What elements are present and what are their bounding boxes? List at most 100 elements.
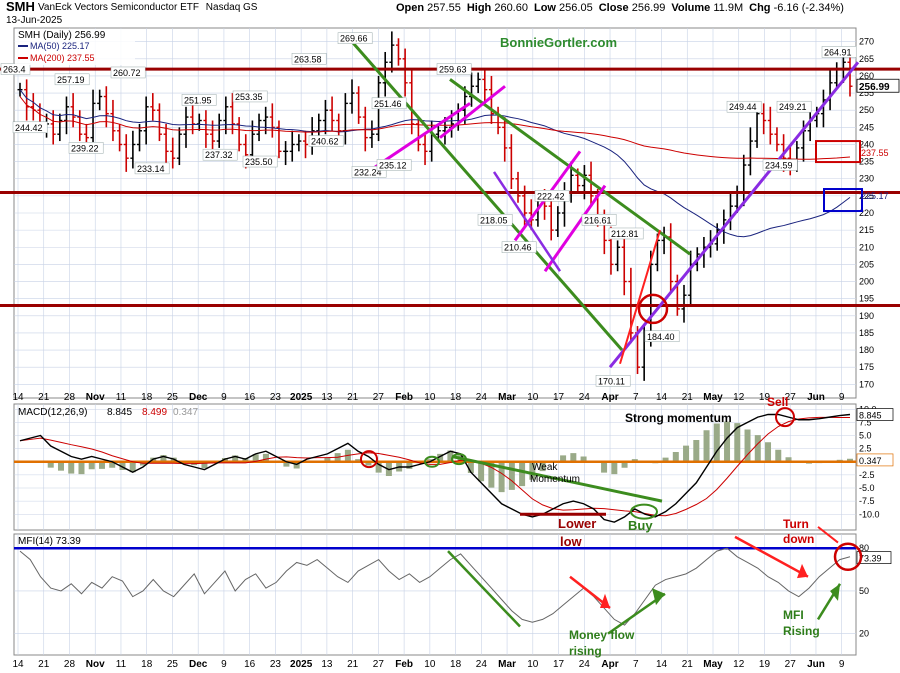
x-tick-label-mid: 18 <box>141 392 153 403</box>
macd-histogram-bar <box>775 449 782 462</box>
panel-frame-3 <box>13 533 857 656</box>
x-tick-label-mid: 7 <box>633 392 639 403</box>
price-tick-label: 205 <box>859 259 874 269</box>
x-tick-label-mid: 21 <box>38 392 50 403</box>
macd-histogram-bar <box>519 461 526 487</box>
x-tick-label-mid: 10 <box>424 392 436 403</box>
price-label: 263.58 <box>294 54 322 64</box>
x-tick-label-mid: 28 <box>64 392 76 403</box>
price-label: 234.59 <box>765 160 793 170</box>
price-label: 240.62 <box>311 136 339 146</box>
x-tick-label: Feb <box>395 659 413 670</box>
ticker-description: VanEck Vectors Semiconductor ETF Nasdaq … <box>38 2 257 13</box>
macd-title: MACD(12,26,9) <box>18 407 87 418</box>
x-tick-label: 9 <box>839 659 845 670</box>
price-tick-label: 175 <box>859 362 874 372</box>
legend-ma50: MA(50) 225.17 <box>30 41 90 51</box>
price-tick-label: 230 <box>859 174 874 184</box>
price-label: 260.72 <box>113 68 141 78</box>
x-tick-label: 16 <box>244 659 256 670</box>
macd-histogram-bar <box>508 461 515 490</box>
x-tick-label: 21 <box>347 659 359 670</box>
x-tick-label: 14 <box>656 659 668 670</box>
x-tick-label: 12 <box>733 659 745 670</box>
x-tick-label-mid: 23 <box>270 392 282 403</box>
x-tick-label-mid: 25 <box>167 392 179 403</box>
mfi-tick-label: 50 <box>859 586 869 596</box>
x-tick-label: 25 <box>167 659 179 670</box>
macd-tick-label: 2.5 <box>859 444 872 454</box>
annot-lower: Lower <box>558 516 596 531</box>
x-tick-label: Nov <box>86 659 105 670</box>
price-tick-label: 185 <box>859 328 874 338</box>
annot-turn: Turn <box>783 517 809 531</box>
chart-date: 13-Jun-2025 <box>6 15 63 26</box>
macd-histogram-bar <box>754 435 761 462</box>
x-tick-label: 24 <box>579 659 591 670</box>
x-tick-label: Apr <box>601 659 618 670</box>
x-tick-label-mid: 11 <box>116 392 127 403</box>
price-label: 264.91 <box>824 47 852 57</box>
x-tick-label-mid: May <box>703 392 723 403</box>
x-tick-label: May <box>703 659 723 670</box>
price-tick-label: 170 <box>859 379 874 389</box>
ohlc-close: Close 256.99 <box>598 2 666 14</box>
x-tick-label: 19 <box>759 659 771 670</box>
price-tick-label: 200 <box>859 277 874 287</box>
x-tick-label: 21 <box>682 659 694 670</box>
price-label: 249.44 <box>729 102 757 112</box>
price-label: 216.61 <box>584 215 612 225</box>
x-tick-label: 28 <box>64 659 76 670</box>
ma50-value-label: 225.17 <box>861 191 889 201</box>
price-tick-label: 190 <box>859 311 874 321</box>
price-tick-label: 210 <box>859 242 874 252</box>
price-tick-label: 235 <box>859 157 874 167</box>
x-tick-label: Jun <box>807 659 825 670</box>
macd-histogram-bar <box>601 461 608 473</box>
macd-right-value: 8.845 <box>859 411 882 421</box>
price-label: 239.22 <box>71 143 99 153</box>
x-tick-label-mid: Nov <box>86 392 105 403</box>
x-tick-label: 9 <box>221 659 227 670</box>
annot-down: down <box>783 532 814 546</box>
macd-value-1: 8.845 <box>107 407 132 418</box>
ohlc-open: Open 257.55 <box>396 2 461 14</box>
x-tick-label-mid: 13 <box>321 392 333 403</box>
x-tick-label: 18 <box>450 659 462 670</box>
x-tick-label: Dec <box>189 659 208 670</box>
annot-mfi: MFI <box>783 608 804 622</box>
macd-tick-label: -2.5 <box>859 470 875 480</box>
x-tick-label-mid: Dec <box>189 392 208 403</box>
macd-value-2: 8.499 <box>142 407 167 418</box>
price-tick-label: 265 <box>859 54 874 64</box>
price-label: 222.42 <box>537 191 565 201</box>
ohlc-high: High 260.60 <box>466 2 528 14</box>
macd-histogram-bar <box>570 453 577 462</box>
price-label: 244.42 <box>15 123 43 133</box>
mfi-title: MFI(14) 73.39 <box>18 536 81 547</box>
macd-histogram-bar <box>611 461 618 475</box>
x-tick-label-mid: 16 <box>244 392 256 403</box>
x-tick-label: 14 <box>12 659 24 670</box>
x-tick-label-mid: 17 <box>553 392 565 403</box>
ticker-symbol: SMH <box>6 0 35 14</box>
macd-histogram-bar <box>713 423 720 462</box>
x-tick-label: 23 <box>270 659 282 670</box>
annot-sell: Sell <box>767 395 788 409</box>
macd-histogram-bar <box>683 445 690 462</box>
macd-tick-label: -5.0 <box>859 483 875 493</box>
x-tick-label-mid: 9 <box>839 392 845 403</box>
price-label: 170.11 <box>598 376 625 386</box>
macd-histogram-bar <box>765 442 772 462</box>
x-tick-label: 27 <box>373 659 385 670</box>
exchange-text: Nasdaq GS <box>205 2 258 13</box>
macd-histogram-bar <box>57 461 64 471</box>
legend-price: SMH (Daily) 256.99 <box>18 30 106 41</box>
ohlc-low: Low 256.05 <box>533 2 593 14</box>
price-label: 218.05 <box>480 215 508 225</box>
x-tick-label-mid: 24 <box>476 392 488 403</box>
price-tick-label: 195 <box>859 294 874 304</box>
price-tick-label: 180 <box>859 345 874 355</box>
mfi-right-value: 73.39 <box>859 554 882 564</box>
price-label: 269.66 <box>340 34 368 44</box>
